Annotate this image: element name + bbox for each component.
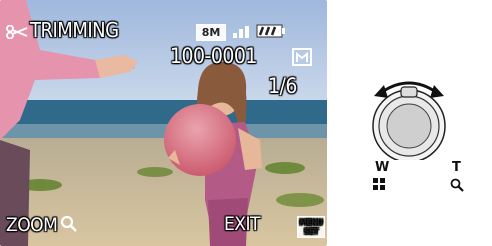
protect-icon [292,48,312,66]
trimming-mode-label: TRIMMING [6,20,119,40]
scissors-icon [6,25,28,39]
tele-zoom-icon [450,178,464,192]
exit-hint: EXIT [224,215,260,234]
quality-icon [233,26,249,38]
tele-label: T [452,160,461,175]
menu-set-icon: MENU SET [297,216,325,238]
shutter-button [386,103,432,149]
image-count: 1/6 [268,74,297,98]
battery-icon [256,24,285,38]
wide-multi-icon [373,178,385,190]
pink-ball [164,104,236,176]
picture-size-badge: 8M [196,24,226,41]
mode-text: TRIMMING [30,18,119,42]
zoom-lever-diagram [372,81,446,160]
wide-label: W [375,160,390,175]
zoom-icon [61,215,78,232]
exit-text: EXIT [224,213,260,235]
zoom-hint: ZOOM [6,215,78,235]
camera-lcd-screen: TRIMMING 8M 100-0001 1/6 ZOOM EXIT MENU … [0,0,327,246]
svg-text:SET: SET [304,227,320,236]
folder-file-number: 100-0001 [170,44,257,68]
svg-text:MENU: MENU [300,218,323,227]
zoom-text: ZOOM [6,214,58,236]
